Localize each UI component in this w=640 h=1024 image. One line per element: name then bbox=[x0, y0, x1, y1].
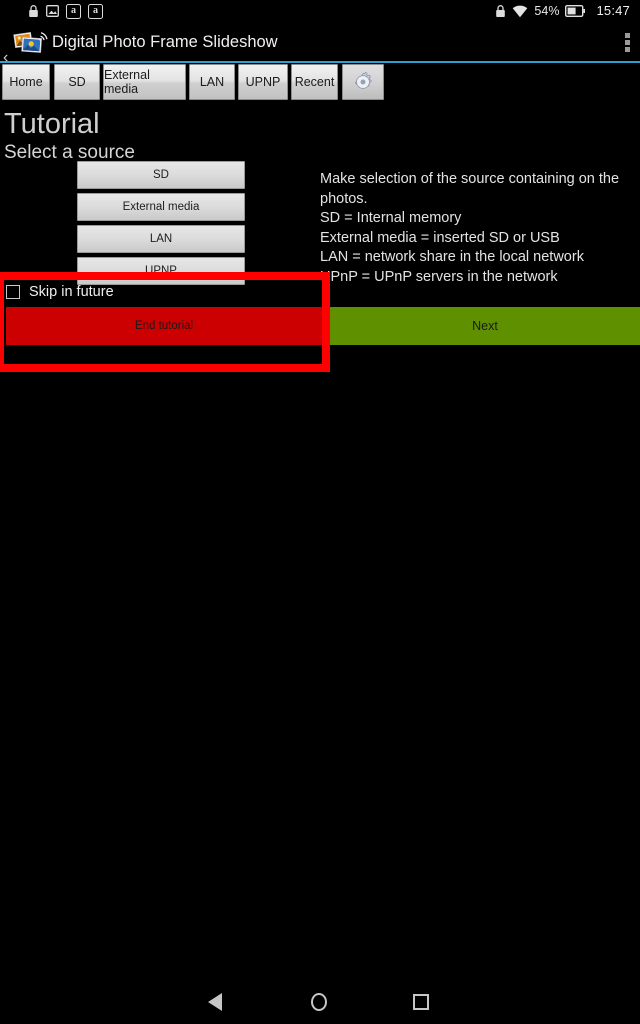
photo-frame-app-icon bbox=[13, 32, 48, 53]
recents-icon[interactable] bbox=[413, 994, 429, 1010]
skip-in-future-label: Skip in future bbox=[29, 284, 114, 300]
gear-icon bbox=[354, 71, 372, 89]
tab-home[interactable]: Home bbox=[2, 64, 50, 100]
tab-sd[interactable]: SD bbox=[54, 64, 100, 100]
app-title-bar: ‹ Digital Photo Frame Slideshow bbox=[0, 22, 640, 66]
next-button[interactable]: Next bbox=[330, 307, 640, 345]
source-button-upnp[interactable]: UPNP bbox=[77, 257, 245, 285]
source-button-sd[interactable]: SD bbox=[77, 161, 245, 189]
status-bar-left-icons: a a bbox=[28, 0, 103, 22]
tab-upnp[interactable]: UPNP bbox=[238, 64, 288, 100]
source-button-lan[interactable]: LAN bbox=[77, 225, 245, 253]
page-title: Digital Photo Frame Slideshow bbox=[52, 33, 278, 51]
skip-in-future-checkbox[interactable] bbox=[6, 285, 20, 299]
lock-icon bbox=[29, 5, 38, 17]
android-screen: a a 54% 15:47 ‹ Digital Photo Frame Slid… bbox=[0, 0, 640, 1024]
battery-percent-label: 54% bbox=[534, 4, 560, 18]
overflow-menu-icon[interactable] bbox=[625, 33, 630, 52]
tutorial-heading: Tutorial bbox=[4, 108, 100, 140]
source-button-external-media[interactable]: External media bbox=[77, 193, 245, 221]
status-bar-right-icons: 54% 15:47 bbox=[495, 0, 630, 22]
battery-icon bbox=[565, 5, 586, 17]
status-bar: a a 54% 15:47 bbox=[0, 0, 640, 22]
amazon-icon: a bbox=[88, 3, 103, 19]
amazon-icon: a bbox=[66, 3, 81, 19]
source-tab-bar: Home SD External media LAN UPNP Recent bbox=[0, 64, 640, 100]
tab-lan[interactable]: LAN bbox=[189, 64, 235, 100]
tab-recent[interactable]: Recent bbox=[291, 64, 338, 100]
end-tutorial-button[interactable]: End tutorial bbox=[6, 307, 322, 345]
back-icon[interactable] bbox=[208, 993, 222, 1011]
android-nav-bar bbox=[0, 980, 640, 1024]
screenshot-icon bbox=[46, 5, 59, 17]
wifi-icon bbox=[513, 5, 528, 17]
tab-external-media[interactable]: External media bbox=[103, 64, 186, 100]
tab-settings[interactable] bbox=[342, 64, 384, 100]
tutorial-description: Make selection of the source containing … bbox=[320, 171, 620, 285]
home-icon[interactable] bbox=[311, 993, 327, 1011]
status-bar-clock: 15:47 bbox=[596, 3, 630, 18]
lock-icon bbox=[496, 5, 506, 17]
skip-in-future-row[interactable]: Skip in future bbox=[6, 284, 114, 300]
accent-divider bbox=[0, 61, 640, 63]
